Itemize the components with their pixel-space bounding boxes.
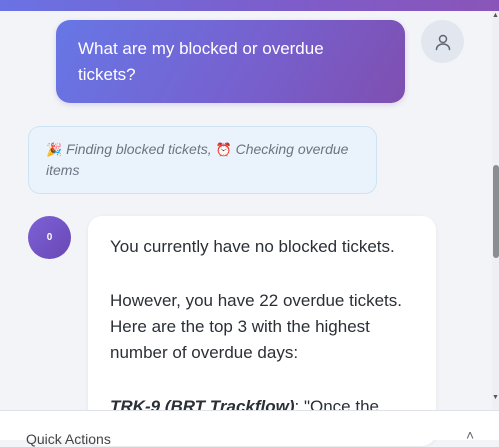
party-icon: 🎉	[46, 142, 63, 157]
agent-status-card: 🎉 Finding blocked tickets, ⏰ Checking ov…	[28, 126, 377, 194]
bot-paragraph-1: You currently have no blocked tickets.	[110, 237, 395, 256]
header-gradient-bar	[0, 0, 499, 11]
status-step-1: Finding blocked tickets,	[66, 141, 212, 157]
scroll-down-icon[interactable]: ▼	[492, 394, 499, 402]
scroll-up-icon[interactable]: ▲	[492, 12, 499, 20]
bot-avatar: 0	[28, 216, 71, 259]
bot-avatar-label: 0	[46, 232, 53, 243]
quick-actions-label: Quick Actions	[26, 431, 111, 447]
user-avatar[interactable]	[421, 20, 464, 63]
scrollbar-thumb[interactable]	[493, 165, 499, 258]
user-message-text: What are my blocked or overdue tickets?	[78, 39, 324, 84]
alarm-clock-icon: ⏰	[215, 142, 232, 157]
quick-actions-bar[interactable]: Quick Actions ˄	[0, 410, 499, 447]
bot-paragraph-2: However, you have 22 overdue tickets. He…	[110, 291, 402, 362]
user-icon	[435, 34, 450, 50]
chevron-up-icon[interactable]: ˄	[466, 427, 474, 443]
user-message-bubble: What are my blocked or overdue tickets?	[56, 20, 405, 103]
